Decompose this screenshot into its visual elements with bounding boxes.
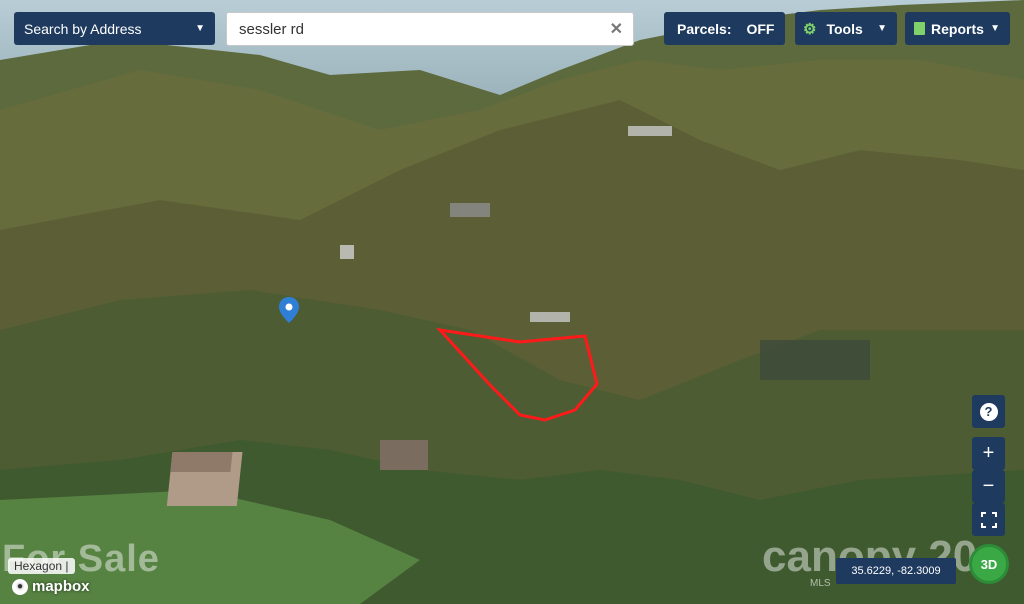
hexagon-label: Hexagon <box>14 559 63 573</box>
clear-search-icon[interactable]: ✕ <box>610 19 623 39</box>
chevron-down-icon: ▼ <box>990 23 1000 34</box>
zoom-out-button[interactable]: − <box>972 470 1005 503</box>
address-search-bar[interactable]: ✕ <box>226 12 634 46</box>
mapbox-label: mapbox <box>32 578 90 595</box>
tools-label: Tools <box>826 20 863 37</box>
mapbox-logo[interactable]: ● mapbox <box>12 578 90 595</box>
mapbox-icon: ● <box>12 578 28 595</box>
gear-icon: ⚙ <box>803 20 817 38</box>
parcels-toggle[interactable]: Parcels: OFF <box>664 12 785 45</box>
zoom-in-button[interactable]: + <box>972 437 1005 470</box>
tools-button[interactable]: ⚙ Tools ▼ <box>795 12 897 45</box>
reports-label: Reports <box>931 20 984 37</box>
parcel-outline[interactable] <box>0 0 1024 604</box>
reports-button[interactable]: Reports ▼ <box>905 12 1010 45</box>
coordinates-readout: 35.6229, -82.3009 <box>836 558 956 584</box>
fullscreen-button[interactable] <box>972 503 1005 536</box>
toggle-3d-button[interactable]: 3D <box>969 544 1009 584</box>
search-mode-select[interactable]: Search by Address ▼ <box>14 12 215 45</box>
attribution-divider: | <box>65 559 69 573</box>
mls-watermark: MLS <box>810 578 831 589</box>
fullscreen-icon <box>980 511 997 528</box>
location-marker-icon[interactable] <box>279 297 299 323</box>
chevron-down-icon: ▼ <box>877 23 887 34</box>
parcels-label: Parcels: <box>677 20 732 37</box>
parcels-state: OFF <box>746 20 775 37</box>
help-icon: ? <box>979 402 998 421</box>
chevron-down-icon: ▼ <box>195 23 205 34</box>
hexagon-attribution[interactable]: Hexagon | <box>8 558 75 574</box>
search-mode-label: Search by Address <box>24 20 142 37</box>
help-button[interactable]: ? <box>972 395 1005 428</box>
satellite-3d-map[interactable]: For Sale canopy 20 MLS <box>0 0 1024 604</box>
report-icon <box>914 22 925 35</box>
search-input[interactable] <box>237 19 610 39</box>
